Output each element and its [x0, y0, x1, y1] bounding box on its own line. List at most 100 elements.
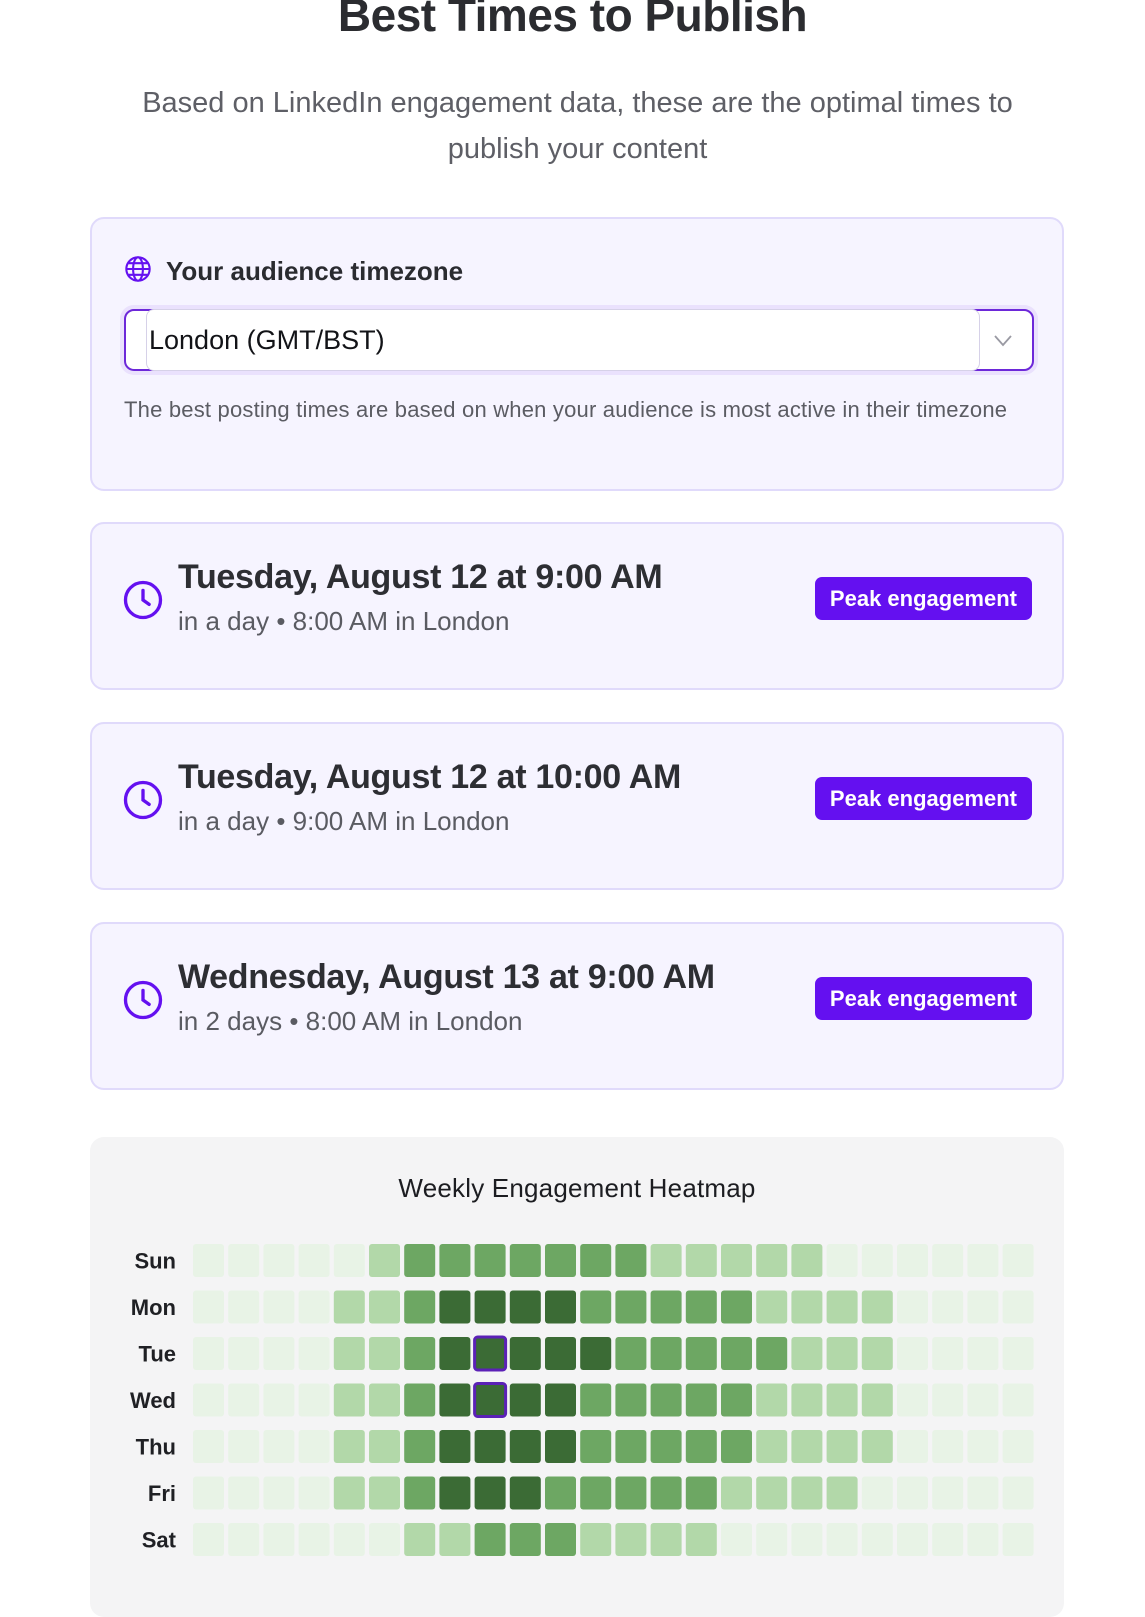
heatmap-cell[interactable]	[228, 1290, 260, 1324]
heatmap-cell[interactable]	[615, 1523, 647, 1556]
heatmap-cell[interactable]	[263, 1337, 295, 1370]
heatmap-cell[interactable]	[228, 1430, 260, 1463]
heatmap-cell[interactable]	[685, 1430, 717, 1463]
heatmap-cell[interactable]	[545, 1244, 576, 1277]
heatmap-cell[interactable]	[439, 1290, 471, 1324]
heatmap-cell[interactable]	[509, 1337, 541, 1370]
heatmap-cell[interactable]	[298, 1430, 330, 1463]
heatmap-cell[interactable]	[721, 1337, 752, 1370]
heatmap-cell[interactable]	[404, 1337, 436, 1370]
heatmap-cell[interactable]	[967, 1337, 999, 1370]
heatmap-cell[interactable]	[509, 1523, 541, 1556]
heatmap-cell[interactable]	[333, 1476, 365, 1510]
heatmap-cell[interactable]	[756, 1383, 788, 1417]
heatmap-cell[interactable]	[580, 1290, 612, 1324]
heatmap-cell[interactable]	[967, 1290, 999, 1324]
heatmap-cell[interactable]	[369, 1523, 400, 1556]
heatmap-cell[interactable]	[298, 1290, 330, 1324]
heatmap-cell[interactable]	[1002, 1476, 1034, 1510]
heatmap-cell[interactable]	[967, 1476, 999, 1510]
heatmap-cell[interactable]	[650, 1337, 682, 1370]
heatmap-cell[interactable]	[650, 1523, 682, 1556]
heatmap-cell[interactable]	[967, 1430, 999, 1463]
heatmap-cell[interactable]	[791, 1290, 823, 1324]
heatmap-cell[interactable]	[333, 1244, 365, 1277]
heatmap-cell[interactable]	[650, 1244, 682, 1277]
heatmap-cell[interactable]	[369, 1383, 400, 1417]
heatmap-cell[interactable]	[967, 1383, 999, 1417]
timezone-select[interactable]: London (GMT/BST)	[124, 309, 1034, 371]
heatmap-cell[interactable]	[967, 1523, 999, 1556]
heatmap-cell[interactable]	[580, 1476, 612, 1510]
heatmap-cell[interactable]	[861, 1337, 893, 1370]
heatmap-cell[interactable]	[509, 1383, 541, 1417]
heatmap-cell[interactable]	[615, 1476, 647, 1510]
heatmap-cell[interactable]	[897, 1383, 928, 1417]
heatmap-cell[interactable]	[404, 1244, 436, 1277]
heatmap-cell[interactable]	[580, 1244, 612, 1277]
heatmap-cell[interactable]	[721, 1290, 752, 1324]
heatmap-cell[interactable]	[721, 1383, 752, 1417]
heatmap-cell[interactable]	[439, 1476, 471, 1510]
heatmap-cell[interactable]	[333, 1523, 365, 1556]
heatmap-cell[interactable]	[826, 1476, 858, 1510]
heatmap-cell[interactable]	[1002, 1244, 1034, 1277]
heatmap-cell[interactable]	[369, 1430, 400, 1463]
heatmap-cell[interactable]	[932, 1430, 964, 1463]
heatmap-cell[interactable]	[615, 1337, 647, 1370]
heatmap-cell[interactable]	[685, 1290, 717, 1324]
heatmap-cell[interactable]	[474, 1476, 506, 1510]
heatmap-cell[interactable]	[333, 1337, 365, 1370]
heatmap-cell[interactable]	[967, 1244, 999, 1277]
heatmap-cell[interactable]	[263, 1244, 295, 1277]
heatmap-cell[interactable]	[369, 1337, 400, 1370]
heatmap-cell[interactable]	[545, 1337, 576, 1370]
heatmap-cell[interactable]	[193, 1476, 224, 1510]
heatmap-cell[interactable]	[439, 1523, 471, 1556]
heatmap-cell[interactable]	[861, 1383, 893, 1417]
heatmap-cell[interactable]	[298, 1337, 330, 1370]
heatmap-cell[interactable]	[404, 1430, 436, 1463]
heatmap-cell[interactable]	[615, 1430, 647, 1463]
heatmap-cell[interactable]	[193, 1523, 224, 1556]
heatmap-cell[interactable]	[228, 1244, 260, 1277]
heatmap-cell[interactable]	[298, 1244, 330, 1277]
heatmap-cell[interactable]	[685, 1476, 717, 1510]
heatmap-cell[interactable]	[932, 1523, 964, 1556]
heatmap-cell[interactable]	[580, 1383, 612, 1417]
heatmap-cell[interactable]	[861, 1476, 893, 1510]
heatmap-cell[interactable]	[826, 1523, 858, 1556]
heatmap-cell[interactable]	[333, 1290, 365, 1324]
heatmap-cell[interactable]	[474, 1244, 506, 1277]
heatmap-cell[interactable]	[545, 1523, 576, 1556]
heatmap-cell[interactable]	[333, 1383, 365, 1417]
heatmap-cell[interactable]	[545, 1476, 576, 1510]
heatmap-cell[interactable]	[404, 1290, 436, 1324]
heatmap-cell[interactable]	[721, 1476, 752, 1510]
heatmap-cell[interactable]	[861, 1523, 893, 1556]
heatmap-cell[interactable]	[404, 1523, 436, 1556]
heatmap-cell[interactable]	[509, 1290, 541, 1324]
heatmap-cell[interactable]	[897, 1337, 928, 1370]
heatmap-cell[interactable]	[509, 1430, 541, 1463]
heatmap-cell[interactable]	[791, 1244, 823, 1277]
heatmap-cell[interactable]	[791, 1383, 823, 1417]
heatmap-cell[interactable]	[193, 1430, 224, 1463]
heatmap-cell[interactable]	[756, 1523, 788, 1556]
heatmap-cell[interactable]	[1002, 1290, 1034, 1324]
heatmap-cell[interactable]	[580, 1523, 612, 1556]
heatmap-cell[interactable]	[263, 1290, 295, 1324]
heatmap-cell[interactable]	[404, 1476, 436, 1510]
heatmap-cell[interactable]	[791, 1523, 823, 1556]
heatmap-cell[interactable]	[861, 1290, 893, 1324]
heatmap-cell[interactable]	[509, 1244, 541, 1277]
heatmap-cell[interactable]	[298, 1383, 330, 1417]
heatmap-cell[interactable]	[615, 1244, 647, 1277]
heatmap-cell[interactable]	[1002, 1523, 1034, 1556]
heatmap-cell[interactable]	[545, 1430, 576, 1463]
heatmap-cell[interactable]	[298, 1476, 330, 1510]
heatmap-cell[interactable]	[756, 1337, 788, 1370]
heatmap-cell[interactable]	[897, 1290, 928, 1324]
heatmap-cell[interactable]	[932, 1290, 964, 1324]
time-slot-card[interactable]: Tuesday, August 12 at 10:00 AM in a day …	[90, 722, 1064, 890]
